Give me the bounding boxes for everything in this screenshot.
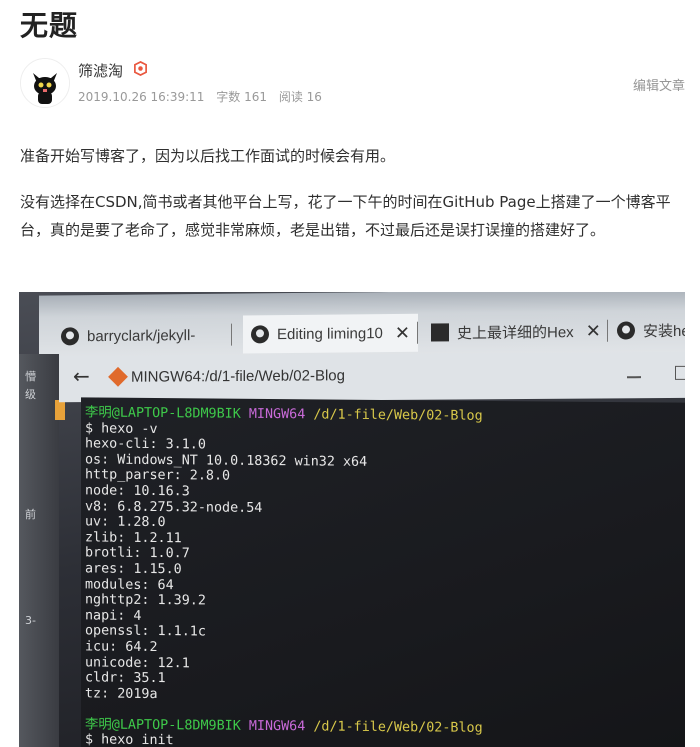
github-icon <box>61 327 79 346</box>
author-row: 筛滤淘 2019.10.26 16:39:11 字数 161 阅读 16 编辑文… <box>20 58 685 110</box>
author-name[interactable]: 筛滤淘 <box>78 60 123 81</box>
tab-label: barryclark/jekyll- <box>87 326 196 345</box>
paragraph-2: 没有选择在CSDN,简书或者其他平台上写，花了一下午的时间在GitHub Pag… <box>20 193 671 239</box>
prompt-user: 李明@LAPTOP-L8DM9BIK <box>85 717 241 734</box>
article-date: 2019.10.26 16:39:11 <box>78 90 205 104</box>
tab-separator <box>417 321 418 344</box>
edge-text: 懵 <box>25 370 36 383</box>
edge-text: 3- <box>25 614 36 627</box>
bookmark-tag <box>55 400 65 420</box>
tab-separator <box>607 319 608 342</box>
background-window-edge: 懵 级 前 3- <box>19 354 65 747</box>
tab-label: 史上最详细的Hex <box>457 323 574 342</box>
terminal-window-titlebar: ← MINGW64:/d/1-file/Web/02-Blog <box>59 351 685 403</box>
prompt-env: MINGW64 <box>248 718 306 735</box>
screenshot-photo: barryclark/jekyll- Editing liming10 ✕ 史上… <box>19 292 685 747</box>
edit-article-link[interactable]: 编辑文章 <box>633 75 685 94</box>
back-arrow-icon: ← <box>73 364 90 389</box>
browser-tab-1: barryclark/jekyll- <box>61 316 195 355</box>
word-count: 字数 161 <box>216 90 267 104</box>
browser-tab-3: 史上最详细的Hex ✕ <box>431 312 601 352</box>
prompt-path: /d/1-file/Web/02-Blog <box>313 719 483 736</box>
prompt-path: /d/1-file/Web/02-Blog <box>313 407 483 424</box>
prompt-user: 李明@LAPTOP-L8DM9BIK <box>85 405 241 422</box>
tab-separator <box>231 323 232 346</box>
article-title: 无题 <box>20 9 79 42</box>
github-icon <box>617 321 635 340</box>
browser-tab-4: 安装he <box>617 311 685 350</box>
browser-tab-2: Editing liming10 ✕ <box>243 313 418 354</box>
tab-label: 安装he <box>643 322 685 340</box>
article-meta: 2019.10.26 16:39:11 字数 161 阅读 16 <box>78 88 330 105</box>
close-icon: ✕ <box>394 322 410 343</box>
window-title: MINGW64:/d/1-file/Web/02-Blog <box>131 367 345 386</box>
cat-avatar-icon <box>21 59 69 107</box>
read-count: 阅读 16 <box>278 90 322 104</box>
github-icon <box>251 325 269 344</box>
git-bash-icon <box>108 366 128 387</box>
edge-text: 级 <box>25 388 36 401</box>
terminal-icon <box>431 323 449 342</box>
prompt-env: MINGW64 <box>248 406 306 423</box>
minimize-icon <box>627 376 641 379</box>
terminal-output: 李明@LAPTOP-L8DM9BIK MINGW64 /d/1-file/Web… <box>81 397 685 747</box>
tab-label: Editing liming10 <box>277 324 383 343</box>
edge-text: 前 <box>25 508 36 521</box>
author-avatar[interactable] <box>20 58 70 108</box>
maximize-icon <box>675 365 685 380</box>
paragraph-1: 准备开始写博客了，因为以后找工作面试的时候会有用。 <box>20 147 396 165</box>
close-icon: ✕ <box>585 320 601 341</box>
author-badge-icon <box>134 61 147 76</box>
